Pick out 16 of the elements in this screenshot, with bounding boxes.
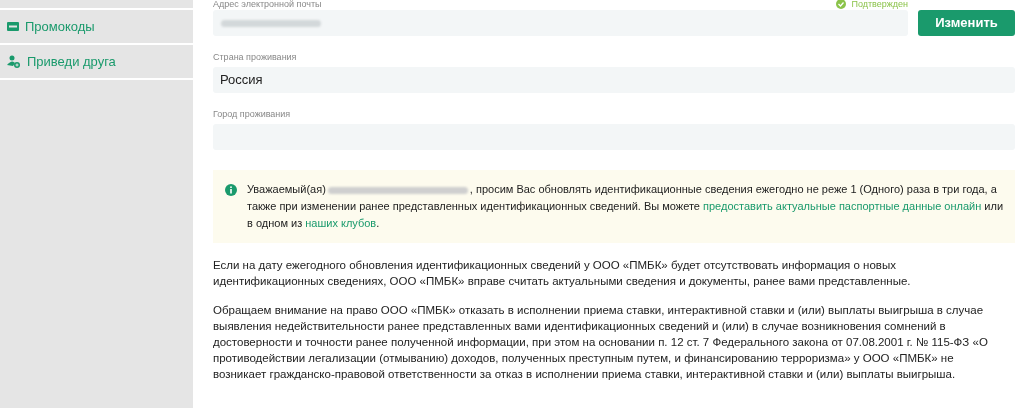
ticket-icon [7,22,19,31]
info-icon [225,184,237,196]
change-button[interactable]: Изменить [918,10,1015,36]
field-label: Страна проживания [213,52,298,62]
sidebar-item[interactable]: Приведи друга [0,45,193,80]
info-paragraph: Обращаем внимание на право ООО «ПМБК» отказать в исполнении приема ставки, интерактивной ставки и (или) выплаты выигрыша в случае выявления недействительности ранее представленных вами идентификационных сведений и (или) в случае возникновения сомнений в достоверности и точности ранее полученной информации, при этом на основании п. 12 ст. 7 Федерального закона от 07.08.2001 г. № 115-ФЗ «О противодействии легализации (отмыванию) доходов, полученных преступным путем, и финансированию терроризма» у ООО «ПМБК» не возникает гражданско-правовой ответственности за отказ в исполнении приема ставки, интерактивной ставки и (или) выплаты выигрыша. [213,303,989,382]
notice-text: Уважаемый(ая) , просим Вас обновлять идентификационные сведения ежегодно не реже 1 (Одного) раза в три года, а также при изменении ранее представленных идентификационных сведений. Вы можете предоставить актуальные паспортные данные онлайн или в одном из наших клубов. [247,182,1005,231]
user-plus-icon [7,55,21,68]
field-label: Город проживания [213,109,292,119]
sidebar-item[interactable]: Промокоды [0,10,193,45]
field-label: Адрес электронной почты [213,0,322,9]
info-paragraph: Если на дату ежегодного обновления идентификационных сведений у ООО «ПМБК» будет отсутствовать информация о новых идентификационных сведениях, ООО «ПМБК» вправе считать актуальными сведения и документы, ранее вами представленные. [213,258,912,289]
notice-link[interactable]: предоставить актуальные паспортные данные онлайн [703,200,982,212]
status-text: Подтвержден [851,0,908,9]
country-field[interactable]: Россия [213,67,1015,93]
email-field[interactable] [213,10,908,36]
